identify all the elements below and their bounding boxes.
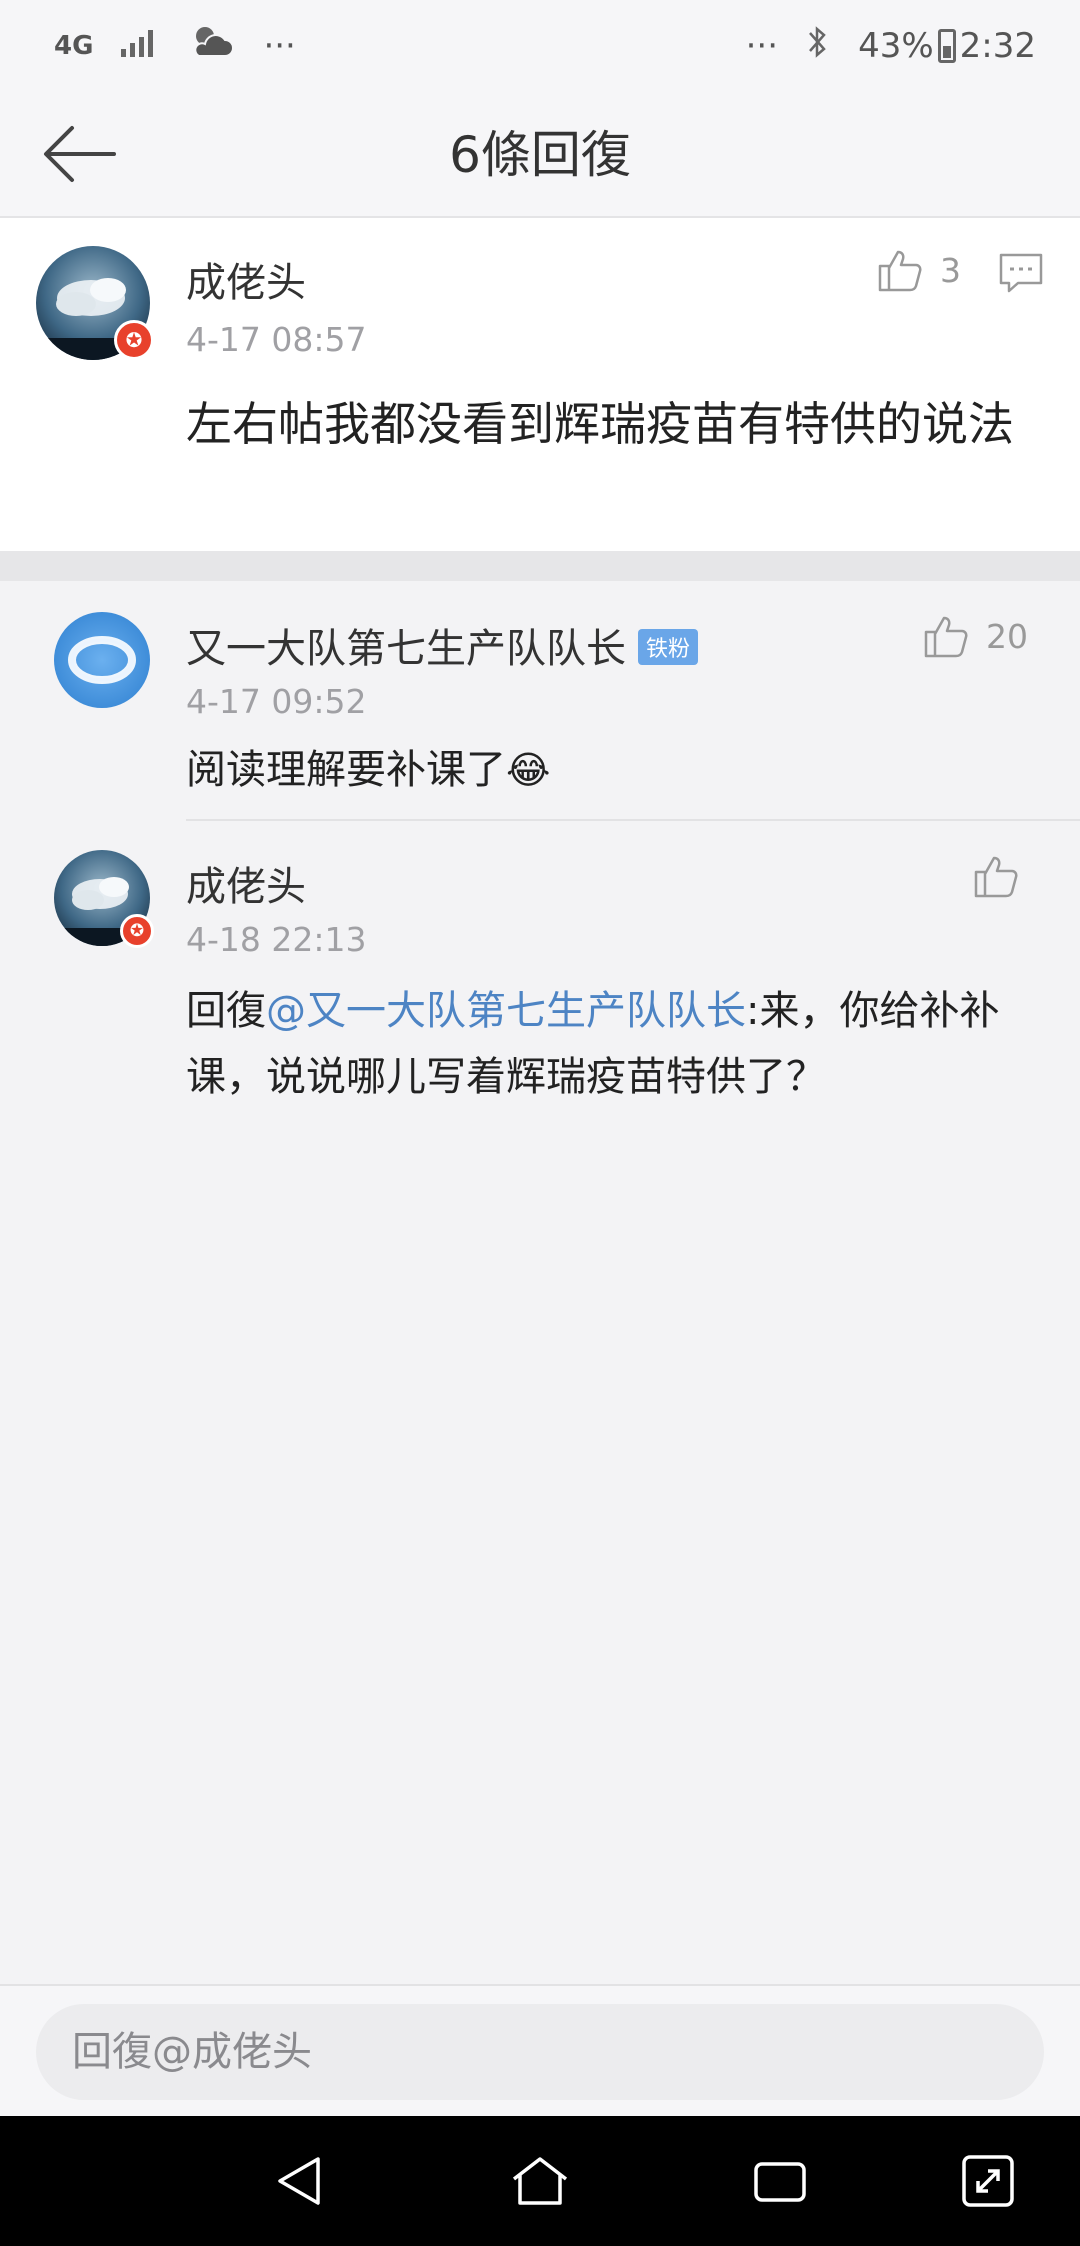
post-time: 4-17 09:52 <box>186 682 367 721</box>
comment-text: 阅读理解要补课了😂 <box>186 742 550 798</box>
comment-text: 左右帖我都没看到辉瑞疫苗有特供的说法 <box>186 397 1014 451</box>
more-indicators-right: ··· <box>745 26 779 66</box>
like-button[interactable]: 20 <box>922 612 1028 660</box>
home-icon <box>512 2157 568 2205</box>
reply-separator <box>186 819 1080 821</box>
reply-prefix: 回復 <box>186 988 266 1034</box>
weather-icon <box>189 22 235 71</box>
thumbs-up-icon <box>974 856 1018 898</box>
battery-percent: 43% <box>858 26 934 66</box>
like-button[interactable]: 3 <box>876 246 961 294</box>
avatar[interactable]: ✪ <box>54 850 154 948</box>
avatar[interactable]: ✪ <box>36 246 154 360</box>
verified-badge-icon: ✪ <box>114 320 154 360</box>
author-name[interactable]: 又一大队第七生产队队长 铁粉 <box>186 616 699 674</box>
comment-icon <box>999 253 1043 293</box>
comment-text-body: 阅读理解要补课了 <box>186 747 506 793</box>
section-divider <box>0 551 1080 581</box>
thumbs-up-icon <box>924 616 968 658</box>
like-count: 20 <box>986 616 1028 656</box>
expand-icon <box>962 2155 1014 2207</box>
nav-home-button[interactable] <box>508 2149 572 2213</box>
like-count: 3 <box>940 250 961 290</box>
main-comment: ✪ 成佬头 4-17 08:57 左右帖我都没看到辉瑞疫苗有特供的说法 3 <box>0 218 1080 551</box>
app-bar: 6條回復 <box>0 92 1080 218</box>
page-title: 6條回復 <box>449 126 631 184</box>
signal-icon <box>121 26 161 66</box>
avatar[interactable] <box>54 612 150 708</box>
author-name-text: 又一大队第七生产队队长 <box>186 626 626 672</box>
post-time: 4-17 08:57 <box>186 320 367 359</box>
nav-back-button[interactable] <box>268 2149 332 2213</box>
triangle-back-icon <box>278 2157 320 2205</box>
nav-recents-button[interactable] <box>748 2149 812 2213</box>
more-indicators: ··· <box>263 26 296 66</box>
reply-input-bar <box>0 1984 1080 2116</box>
like-button[interactable] <box>972 852 1020 900</box>
reply-button[interactable] <box>998 252 1044 298</box>
comment-text: 回復@又一大队第七生产队队长:来，你给补补课，说说哪儿写着辉瑞疫苗特供了？ <box>186 978 1006 1110</box>
network-type: 4G <box>54 31 94 61</box>
thumbs-up-icon <box>878 250 922 292</box>
mention-link[interactable]: @又一大队第七生产队队长 <box>266 988 746 1034</box>
nav-expand-button[interactable] <box>956 2149 1020 2213</box>
laughing-emoji: 😂 <box>506 748 551 792</box>
verified-badge-icon: ✪ <box>120 914 154 948</box>
bluetooth-icon <box>806 24 830 69</box>
author-name[interactable]: 成佬头 <box>186 250 306 308</box>
recents-icon <box>754 2162 806 2202</box>
battery-icon <box>937 29 956 63</box>
reply-input[interactable] <box>36 2004 1044 2100</box>
author-name[interactable]: 成佬头 <box>186 854 306 912</box>
status-bar: 4G ··· ··· 43% 2:32 <box>0 0 1080 92</box>
fan-badge: 铁粉 <box>638 629 699 665</box>
clock: 2:32 <box>959 26 1036 66</box>
system-nav-bar <box>0 2116 1080 2246</box>
post-time: 4-18 22:13 <box>186 920 367 959</box>
